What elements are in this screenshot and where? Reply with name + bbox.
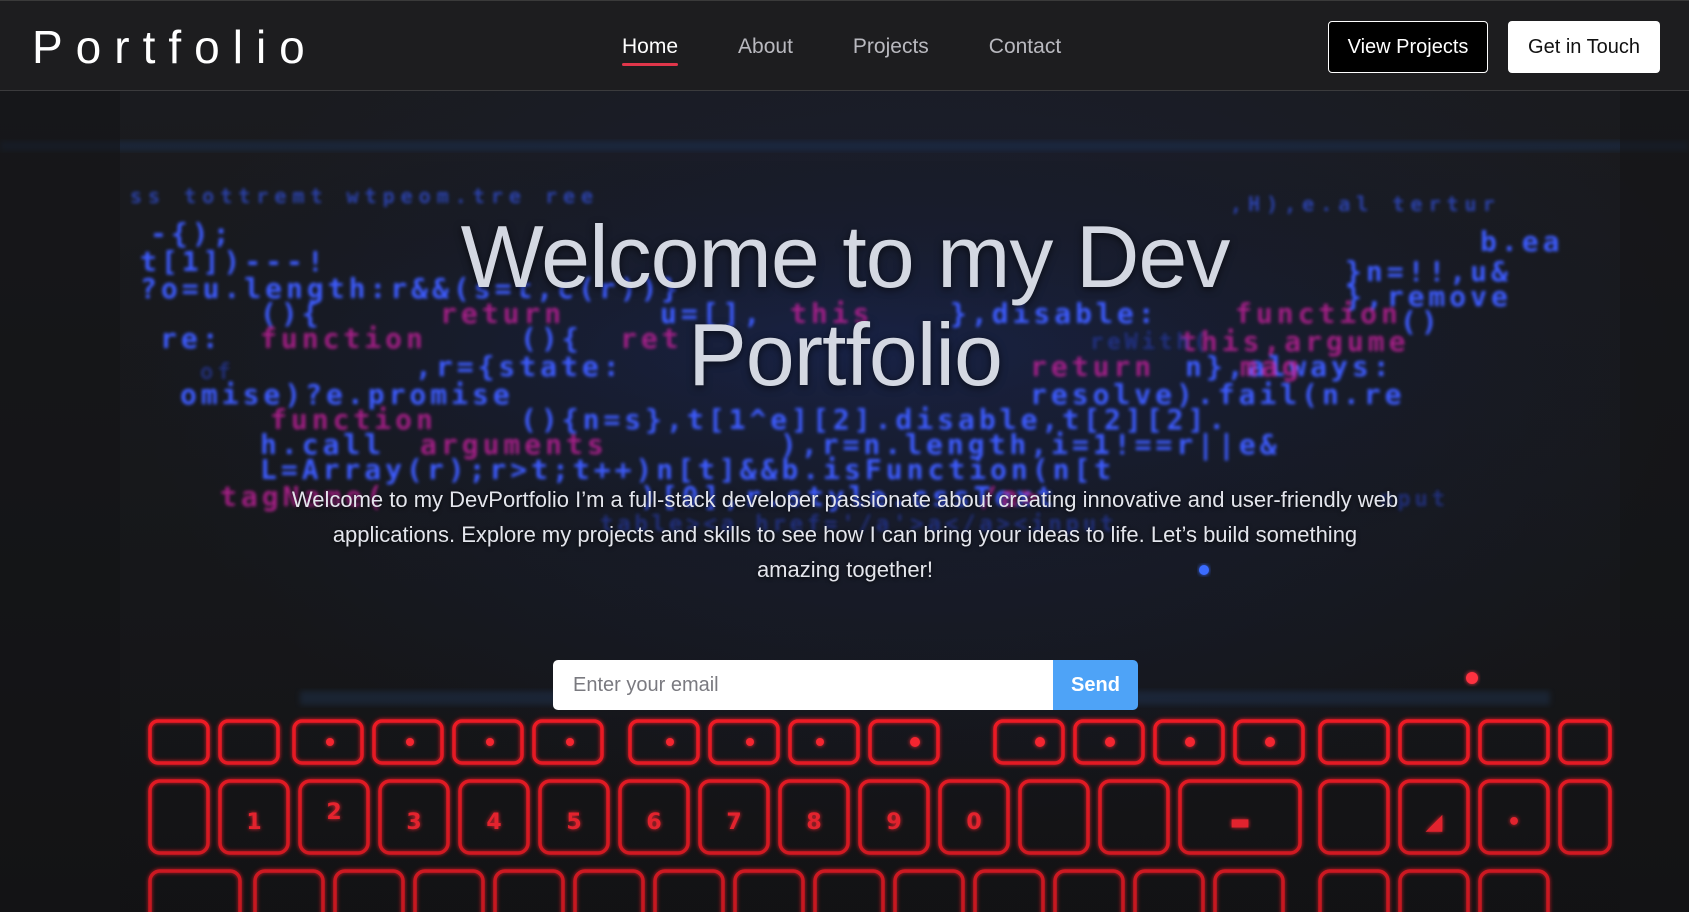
- svg-text:function: function: [270, 403, 437, 436]
- hero-description: Welcome to my DevPortfolio I’m a full-st…: [291, 487, 1399, 582]
- svg-text:of: of: [200, 360, 235, 385]
- newsletter-form: Send: [553, 660, 1138, 710]
- brand-logo[interactable]: Portfolio: [32, 19, 318, 75]
- svg-text:re:: re:: [160, 322, 223, 355]
- nav-link-contact[interactable]: Contact: [989, 33, 1061, 61]
- page: Portfolio Home About Projects Contact Vi…: [0, 0, 1689, 912]
- navbar: Portfolio Home About Projects Contact Vi…: [0, 0, 1689, 91]
- send-button[interactable]: Send: [1053, 660, 1138, 710]
- view-projects-button[interactable]: View Projects: [1328, 21, 1488, 73]
- nav-link-projects[interactable]: Projects: [853, 33, 929, 61]
- hero-title: Welcome to my Dev Portfolio: [460, 207, 1231, 404]
- email-input[interactable]: [553, 660, 1053, 710]
- nav-link-home[interactable]: Home: [622, 33, 679, 66]
- svg-text:b.ea: b.ea: [1480, 225, 1563, 258]
- get-in-touch-button[interactable]: Get in Touch: [1508, 21, 1660, 73]
- svg-text:ss tottremt wtpeom.tre ree: ss tottremt wtpeom.tre ree: [130, 184, 599, 208]
- nav-links: Home About Projects Contact: [622, 33, 1121, 66]
- svg-text:arguments: arguments: [420, 428, 608, 461]
- nav-link-about[interactable]: About: [738, 33, 793, 61]
